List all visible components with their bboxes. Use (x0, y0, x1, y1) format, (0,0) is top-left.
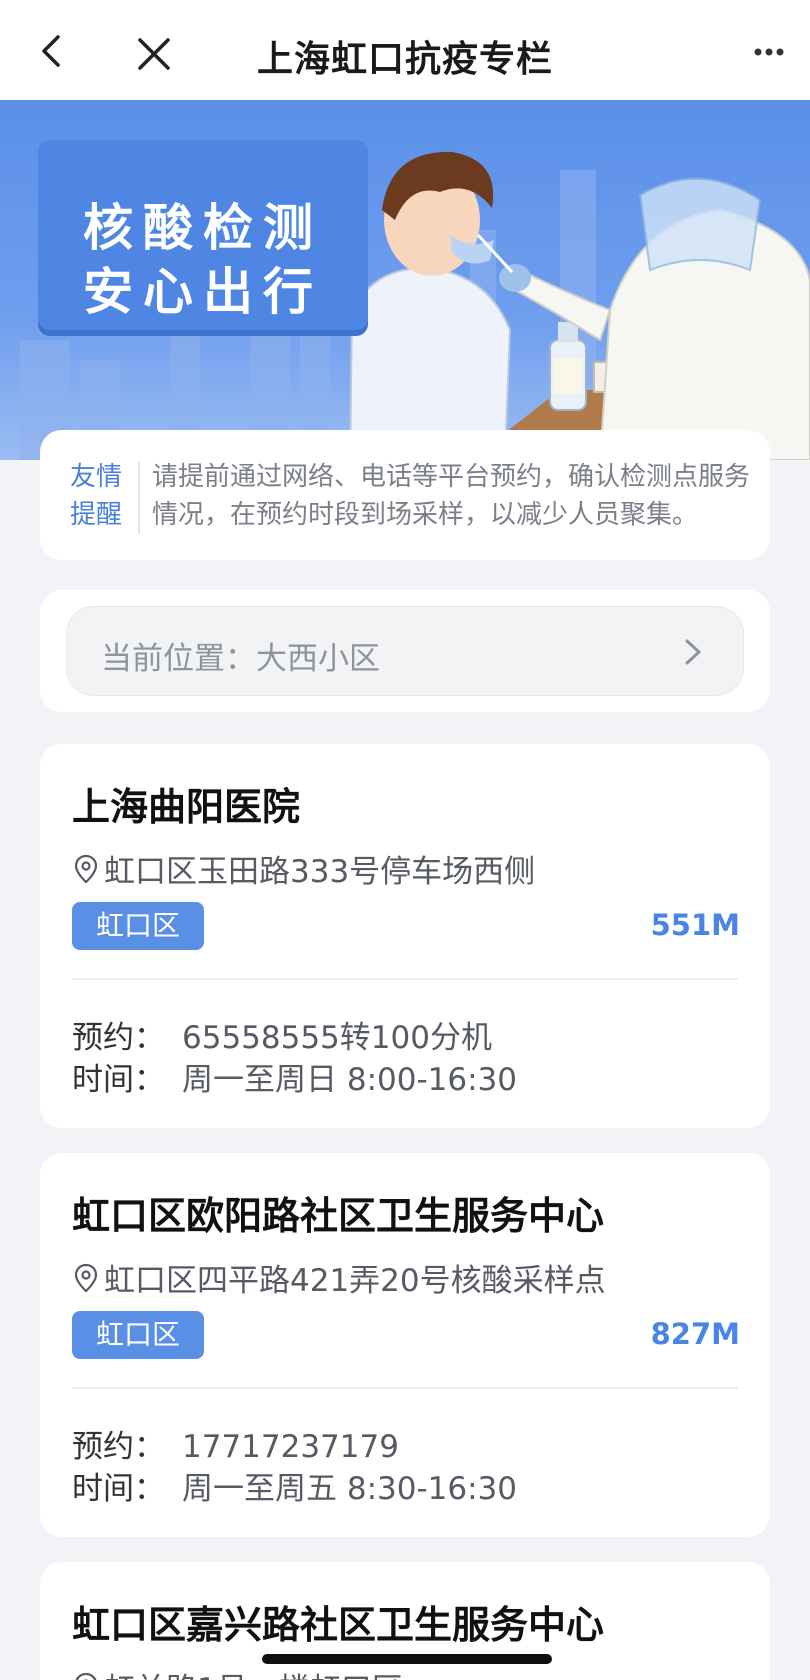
more-icon[interactable] (752, 44, 786, 60)
booking-key: 预约： (72, 1429, 165, 1465)
top-nav-bar: 上海虹口抗疫专栏 (0, 0, 810, 100)
distance-label: 551M (650, 908, 740, 942)
booking-value[interactable]: 17717237179 (182, 1429, 399, 1465)
reminder-text: 请提前通过网络、电话等平台预约，确认检测点服务情况，在预约时段到场采样，以减少人… (152, 462, 751, 530)
district-tag: 虹口区 (72, 1311, 204, 1359)
banner-line-2: 安心出行 (83, 263, 323, 321)
hours-value: 周一至周五 8:30-16:30 (182, 1471, 517, 1507)
reminder-divider (138, 462, 140, 534)
time-key: 时间： (72, 1062, 165, 1098)
banner-line-1: 核酸检测 (83, 199, 323, 257)
district-tag: 虹口区 (72, 902, 204, 950)
site-address-text: 虹关路1号一楼虹口区 (104, 1664, 403, 1680)
site-address: 虹口区四平路421弄20号核酸采样点 (72, 1255, 606, 1300)
site-address-text: 虹口区四平路421弄20号核酸采样点 (104, 1263, 606, 1299)
booking-row: 预约： 65558555转100分机 (72, 1012, 492, 1057)
booking-row: 预约： 17717237179 (72, 1421, 399, 1466)
testing-site-card[interactable]: 上海曲阳医院 虹口区玉田路333号停车场西侧 虹口区 551M 预约： 65558… (40, 744, 770, 1128)
current-location-selector[interactable]: 当前位置：大西小区 (66, 606, 744, 696)
divider (72, 1387, 738, 1389)
page-title: 上海虹口抗疫专栏 (256, 39, 553, 80)
site-address-text: 虹口区玉田路333号停车场西侧 (104, 854, 536, 890)
testing-site-card[interactable]: 虹口区欧阳路社区卫生服务中心 虹口区四平路421弄20号核酸采样点 虹口区 82… (40, 1153, 770, 1537)
site-name: 虹口区嘉兴路社区卫生服务中心 (72, 1603, 605, 1647)
home-indicator[interactable] (262, 1654, 552, 1664)
site-name: 上海曲阳医院 (72, 785, 301, 829)
site-address: 虹关路1号一楼虹口区 (72, 1664, 403, 1680)
banner-sign: 核酸检测 安心出行 (38, 140, 368, 330)
reminder-card: 友情提醒 请提前通过网络、电话等平台预约，确认检测点服务情况，在预约时段到场采样… (40, 430, 770, 560)
booking-value[interactable]: 65558555转100分机 (182, 1020, 492, 1056)
site-name: 虹口区欧阳路社区卫生服务中心 (72, 1194, 605, 1238)
chevron-right-icon (685, 639, 701, 665)
site-address: 虹口区玉田路333号停车场西侧 (72, 846, 535, 891)
reminder-label: 友情提醒 (70, 462, 123, 530)
hours-row: 时间： 周一至周五 8:30-16:30 (72, 1463, 517, 1508)
hours-value: 周一至周日 8:00-16:30 (182, 1062, 517, 1098)
divider (72, 978, 738, 980)
time-key: 时间： (72, 1471, 165, 1507)
location-pin-icon (74, 854, 98, 883)
booking-key: 预约： (72, 1020, 165, 1056)
location-pin-icon (75, 1672, 97, 1680)
current-location-label: 当前位置：大西小区 (101, 641, 380, 677)
distance-label: 827M (650, 1317, 740, 1351)
hours-row: 时间： 周一至周日 8:00-16:30 (72, 1054, 517, 1099)
hero-banner: 核酸检测 安心出行 (0, 100, 810, 460)
location-card: 当前位置：大西小区 (40, 590, 770, 712)
location-pin-icon (74, 1263, 98, 1292)
